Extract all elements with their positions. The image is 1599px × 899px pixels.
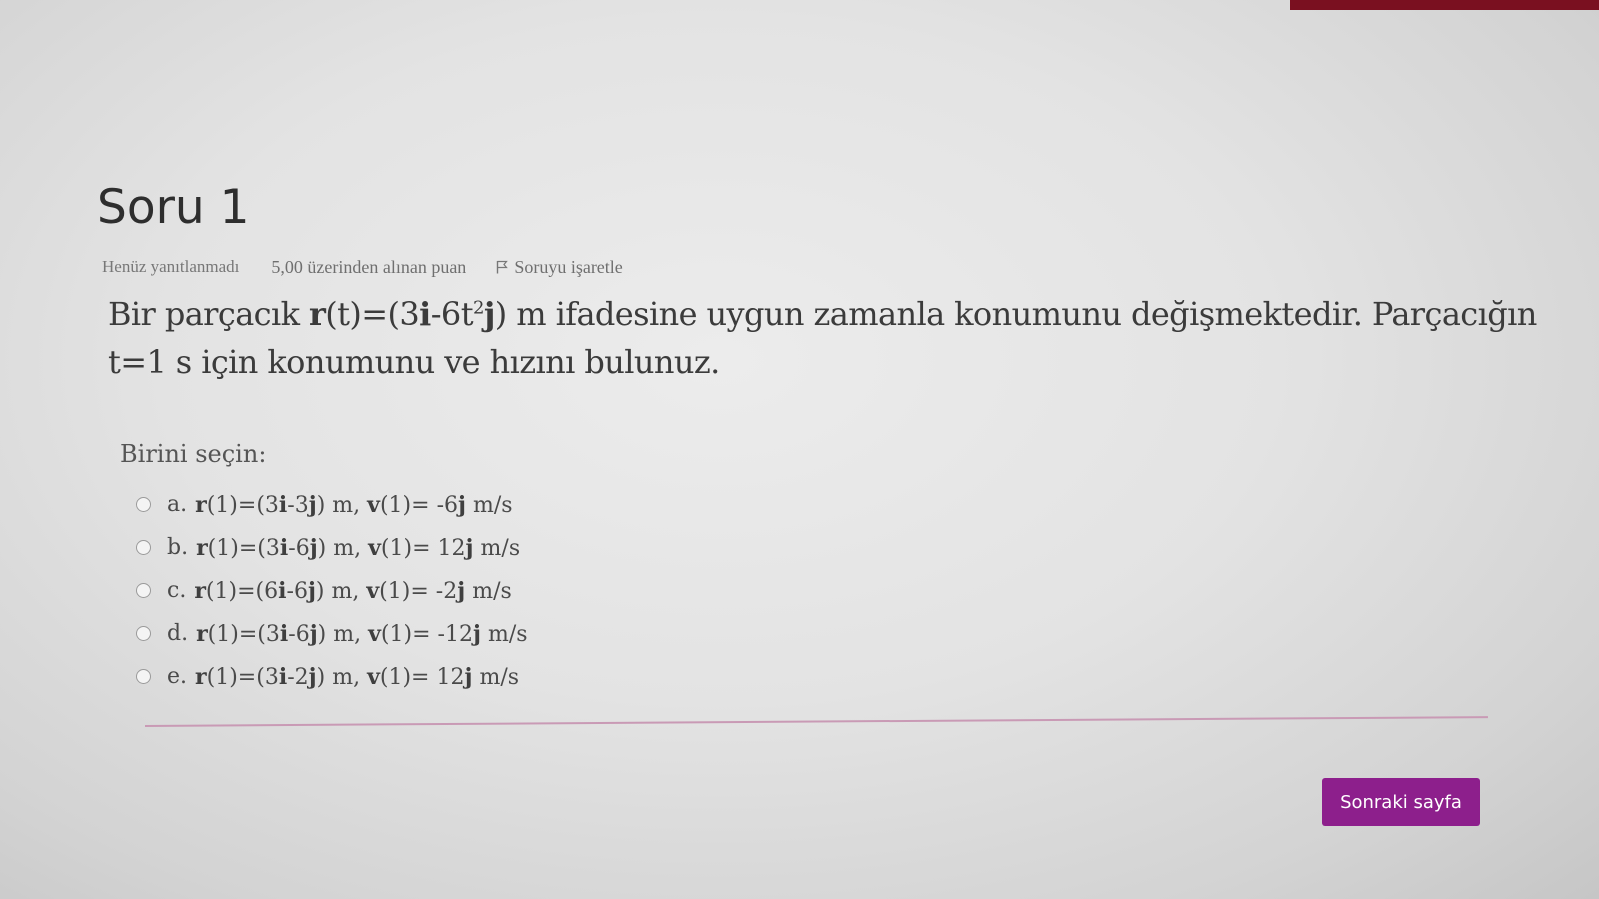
radio-icon[interactable]	[136, 626, 151, 641]
next-page-button[interactable]: Sonraki sayfa	[1322, 778, 1480, 826]
answer-option-b[interactable]: b. r(1)=(3i-6j) m, v(1)= 12j m/s	[136, 526, 528, 569]
exponent: 2	[472, 297, 484, 319]
top-bar	[1290, 0, 1599, 10]
option-text: r(1)=(3i-6j) m, v(1)= -12j m/s	[196, 620, 528, 647]
answer-option-e[interactable]: e. r(1)=(3i-2j) m, v(1)= 12j m/s	[136, 655, 528, 698]
question-text-part: (t)=(3	[325, 295, 420, 333]
flag-question-label: Soruyu işaretle	[514, 256, 623, 277]
option-letter: c.	[167, 578, 187, 603]
position-vector-symbol: r	[309, 295, 326, 333]
radio-icon[interactable]	[136, 669, 151, 684]
option-text: r(1)=(6i-6j) m, v(1)= -2j m/s	[194, 577, 512, 604]
question-text-part: -6t	[430, 295, 474, 333]
question-state: Henüz yanıtlanmadı	[102, 257, 240, 276]
divider	[144, 716, 1488, 727]
answer-option-a[interactable]: a. r(1)=(3i-3j) m, v(1)= -6j m/s	[136, 483, 528, 526]
radio-icon[interactable]	[136, 497, 151, 512]
question-text: Bir parçacık r(t)=(3i-6t2j) m ifadesine …	[108, 290, 1548, 386]
answer-option-d[interactable]: d. r(1)=(3i-6j) m, v(1)= -12j m/s	[136, 612, 528, 655]
answer-options: a. r(1)=(3i-3j) m, v(1)= -6j m/s b. r(1)…	[136, 483, 528, 698]
unit-vector-j: j	[483, 295, 496, 333]
radio-icon[interactable]	[136, 583, 151, 598]
option-letter: e.	[167, 664, 188, 689]
option-letter: a.	[167, 492, 188, 517]
question-number: Soru 1	[97, 180, 250, 235]
answer-option-c[interactable]: c. r(1)=(6i-6j) m, v(1)= -2j m/s	[136, 569, 528, 612]
option-text: r(1)=(3i-3j) m, v(1)= -6j m/s	[195, 491, 513, 518]
option-text: r(1)=(3i-6j) m, v(1)= 12j m/s	[196, 534, 521, 561]
question-info: Henüz yanıtlanmadı 5,00 üzerinden alınan…	[102, 256, 623, 278]
option-letter: b.	[167, 535, 189, 560]
flag-icon	[497, 260, 509, 274]
unit-vector-i: i	[419, 295, 431, 333]
answer-prompt: Birini seçin:	[120, 440, 267, 468]
question-text-part: Bir parçacık	[108, 295, 309, 333]
question-grade: 5,00 üzerinden alınan puan	[271, 256, 467, 277]
option-text: r(1)=(3i-2j) m, v(1)= 12j m/s	[195, 663, 520, 690]
radio-icon[interactable]	[136, 540, 151, 555]
flag-question-link[interactable]: Soruyu işaretle	[496, 256, 623, 278]
option-letter: d.	[167, 621, 189, 646]
